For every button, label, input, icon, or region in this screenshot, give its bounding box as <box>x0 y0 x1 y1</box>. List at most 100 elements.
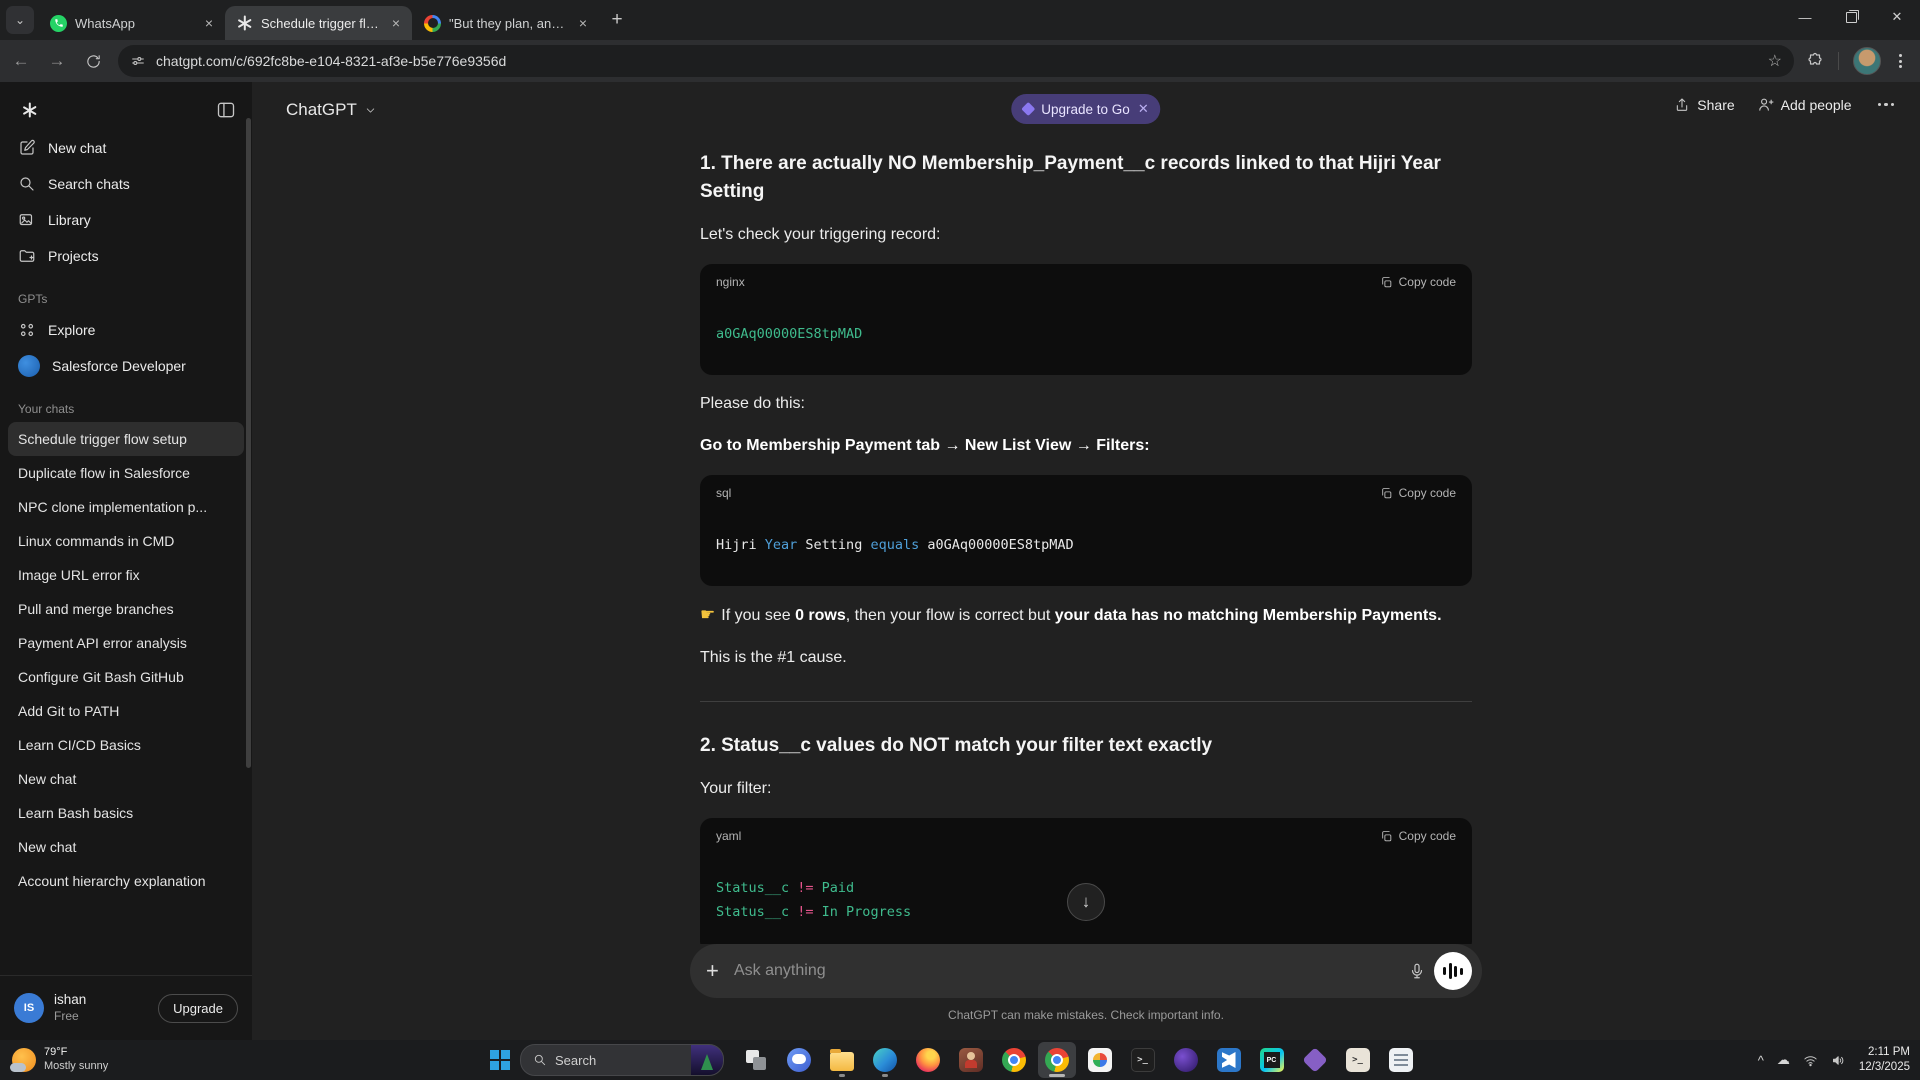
sidebar-chat-item[interactable]: Duplicate flow in Salesforce <box>8 456 244 490</box>
task-view-icon[interactable] <box>737 1042 775 1078</box>
sidebar-item-projects[interactable]: Projects <box>8 238 244 274</box>
notepad-icon[interactable] <box>1382 1042 1420 1078</box>
firefox-icon[interactable] <box>909 1042 947 1078</box>
sidebar-chat-item[interactable]: Linux commands in CMD <box>8 524 244 558</box>
code-block-yaml: yaml Copy code Status__c != PaidStatus__… <box>700 818 1472 944</box>
model-switcher[interactable]: ChatGPT <box>278 96 385 124</box>
url-bar[interactable]: chatgpt.com/c/692fc8be-e104-8321-af3e-b5… <box>118 45 1794 77</box>
divider <box>1838 52 1839 70</box>
add-people-button[interactable]: Add people <box>1757 96 1852 113</box>
terminal-icon[interactable]: >_ <box>1339 1042 1377 1078</box>
sidebar-item-new-chat[interactable]: New chat <box>8 130 244 166</box>
sidebar-item-label: Search chats <box>48 176 130 192</box>
weather-widget[interactable]: 79°F Mostly sunny <box>12 1046 222 1074</box>
tab-close-icon[interactable]: × <box>203 15 215 31</box>
sidebar-chat-item[interactable]: Add Git to PATH <box>8 694 244 728</box>
sidebar-scrollbar[interactable] <box>246 118 251 768</box>
sidebar-item-search-chats[interactable]: Search chats <box>8 166 244 202</box>
visual-studio-icon[interactable] <box>1296 1042 1334 1078</box>
file-explorer-icon[interactable] <box>823 1042 861 1078</box>
sidebar-chat-item[interactable]: Learn CI/CD Basics <box>8 728 244 762</box>
sidebar-item-library[interactable]: Library <box>8 202 244 238</box>
windows-start-icon[interactable] <box>490 1050 510 1070</box>
sidebar-chat-item[interactable]: Payment API error analysis <box>8 626 244 660</box>
sidebar-chat-item[interactable]: Schedule trigger flow setup <box>8 422 244 456</box>
hidden-icons-chevron[interactable]: ^ <box>1758 1053 1764 1068</box>
forward-icon[interactable]: → <box>42 46 72 76</box>
search-label: Search <box>555 1053 683 1068</box>
sidebar-chat-item[interactable]: Account hierarchy explanation <box>8 864 244 898</box>
maximize-button[interactable] <box>1828 0 1874 34</box>
code-block-sql: sql Copy code Hijri Year Setting equals … <box>700 475 1472 586</box>
upgrade-to-go-pill[interactable]: Upgrade to Go ✕ <box>1011 94 1160 124</box>
sidebar-toggle-icon[interactable] <box>216 100 236 120</box>
tab-google[interactable]: "But they plan, and Allah plans. × <box>412 6 599 40</box>
sidebar-chat-item[interactable]: Image URL error fix <box>8 558 244 592</box>
sidebar-chat-item[interactable]: Pull and merge branches <box>8 592 244 626</box>
chat-icon[interactable] <box>780 1042 818 1078</box>
copy-code-button[interactable]: Copy code <box>1380 275 1456 289</box>
share-icon <box>1674 97 1690 113</box>
main-panel: ChatGPT Upgrade to Go ✕ Share <box>252 82 1920 1040</box>
sidebar-chat-item[interactable]: NPC clone implementation p... <box>8 490 244 524</box>
sidebar-chat-item[interactable]: New chat <box>8 762 244 796</box>
new-tab-button[interactable]: + <box>603 6 631 34</box>
bookmark-star-icon[interactable]: ☆ <box>1768 51 1782 71</box>
taskbar-clock[interactable]: 2:11 PM 12/3/2025 <box>1859 1045 1910 1075</box>
openai-logo-icon[interactable] <box>18 98 42 122</box>
scroll-to-bottom-button[interactable]: ↓ <box>1067 883 1105 921</box>
reload-icon[interactable] <box>78 46 108 76</box>
pycharm-icon[interactable] <box>1253 1042 1291 1078</box>
search-icon <box>533 1053 547 1067</box>
vscode-icon[interactable] <box>1210 1042 1248 1078</box>
dictate-button[interactable] <box>1400 962 1434 980</box>
tab-whatsapp[interactable]: WhatsApp × <box>38 6 225 40</box>
voice-mode-button[interactable] <box>1434 952 1472 990</box>
attach-plus-icon[interactable]: + <box>706 958 734 984</box>
game-icon[interactable] <box>952 1042 990 1078</box>
tab-close-icon[interactable]: × <box>390 15 402 31</box>
sidebar-item-label: Salesforce Developer <box>52 358 186 374</box>
message-composer[interactable]: + Ask anything <box>690 944 1482 998</box>
dismiss-upgrade-icon[interactable]: ✕ <box>1138 101 1149 117</box>
copy-code-button[interactable]: Copy code <box>1380 829 1456 843</box>
cmd-icon[interactable]: >_ <box>1124 1042 1162 1078</box>
media-player-icon[interactable] <box>1167 1042 1205 1078</box>
sidebar-item-salesforce-developer[interactable]: Salesforce Developer <box>8 348 244 384</box>
assistant-paragraph: This is the #1 cause. <box>700 645 1472 671</box>
chrome-icon[interactable] <box>1038 1042 1076 1078</box>
sidebar-chat-item[interactable]: Learn Bash basics <box>8 796 244 830</box>
browser-profile-avatar[interactable] <box>1853 47 1881 75</box>
close-button[interactable]: ✕ <box>1874 0 1920 34</box>
chat-transcript[interactable]: 1. There are actually NO Membership_Paym… <box>252 138 1920 944</box>
chrome-icon[interactable] <box>995 1042 1033 1078</box>
upgrade-button[interactable]: Upgrade <box>158 994 238 1023</box>
copy-icon <box>1380 487 1393 500</box>
taskbar-search[interactable]: Search <box>520 1044 724 1076</box>
browser-menu-icon[interactable] <box>1895 50 1906 72</box>
edge-icon[interactable] <box>866 1042 904 1078</box>
volume-icon[interactable] <box>1831 1053 1846 1068</box>
extensions-icon[interactable] <box>1806 52 1824 70</box>
tab-chatgpt[interactable]: Schedule trigger flow setup × <box>225 6 412 40</box>
copy-code-button[interactable]: Copy code <box>1380 486 1456 500</box>
tune-icon[interactable] <box>130 53 146 69</box>
minimize-button[interactable]: — <box>1782 0 1828 34</box>
url-text[interactable]: chatgpt.com/c/692fc8be-e104-8321-af3e-b5… <box>156 53 1768 69</box>
message-input[interactable]: Ask anything <box>734 962 1400 980</box>
sidebar-chat-item[interactable]: New chat <box>8 830 244 864</box>
tab-close-icon[interactable]: × <box>577 15 589 31</box>
sidebar-item-explore[interactable]: Explore <box>8 312 244 348</box>
toolbar-right <box>1806 47 1906 75</box>
account-row[interactable]: IS ishan Free Upgrade <box>0 975 252 1040</box>
back-icon[interactable]: ← <box>6 46 36 76</box>
sidebar-chat-item[interactable]: Configure Git Bash GitHub <box>8 660 244 694</box>
wifi-icon[interactable] <box>1803 1053 1818 1068</box>
conversation-menu-icon[interactable] <box>1874 99 1899 111</box>
browser-tabstrip: ⌄ WhatsApp × Schedule trigger flow setup… <box>0 0 1920 40</box>
photos-icon[interactable] <box>1081 1042 1119 1078</box>
tab-search-button[interactable]: ⌄ <box>6 6 34 34</box>
share-button[interactable]: Share <box>1674 97 1734 113</box>
copy-icon <box>1380 830 1393 843</box>
onedrive-cloud-icon[interactable]: ☁ <box>1777 1052 1790 1068</box>
